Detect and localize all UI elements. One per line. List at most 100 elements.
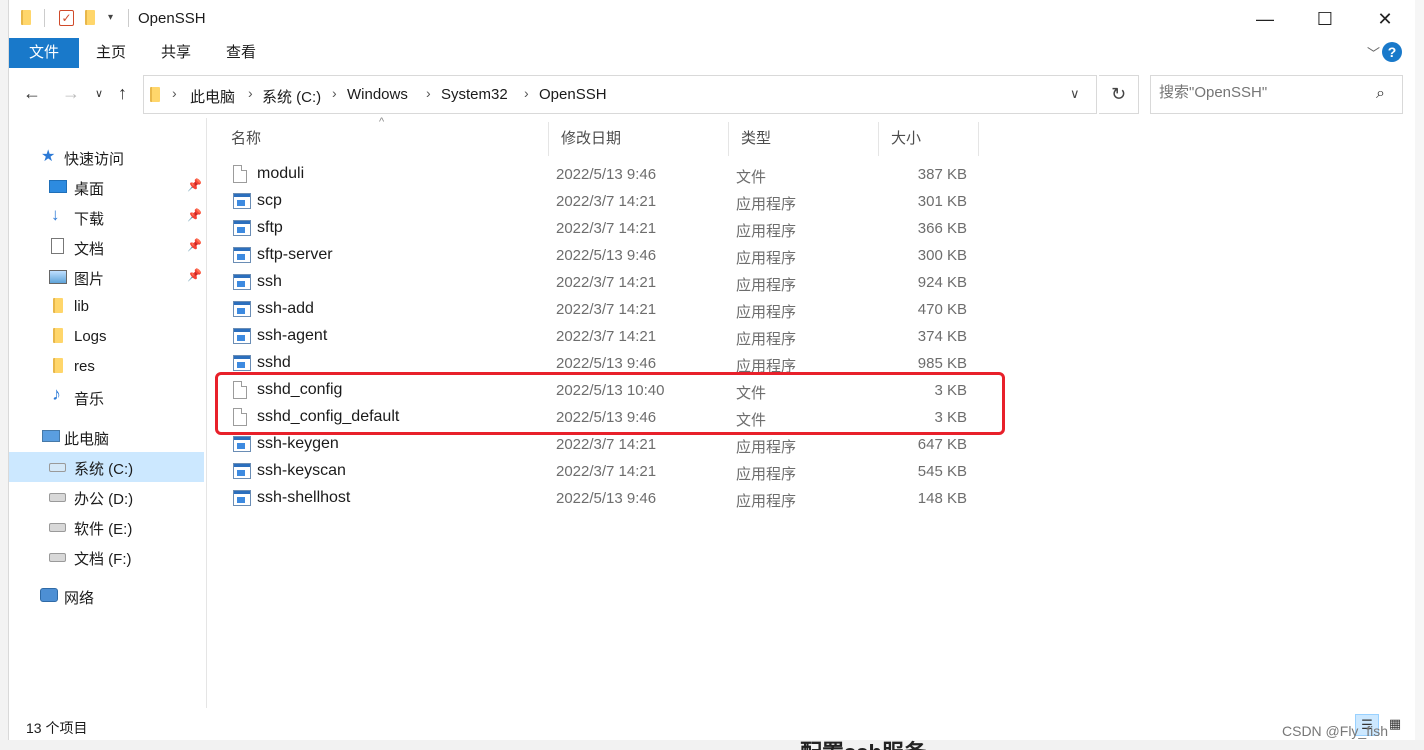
column-header-date[interactable]: 修改日期 xyxy=(549,122,729,156)
table-row[interactable]: sftp 2022/3/7 14:21 应用程序 366 KB xyxy=(227,215,977,242)
chevron-right-icon[interactable]: › xyxy=(172,85,177,101)
tab-file[interactable]: 文件 xyxy=(9,38,79,68)
close-button[interactable]: ✕ xyxy=(1355,0,1415,38)
nav-item-music[interactable]: ♪ 音乐 xyxy=(9,382,204,412)
background-window-left xyxy=(0,0,9,750)
file-date: 2022/3/7 14:21 xyxy=(556,436,657,453)
nav-network[interactable]: 网络 xyxy=(9,581,204,611)
file-size: 374 KB xyxy=(917,328,967,345)
table-row[interactable]: ssh-keygen 2022/3/7 14:21 应用程序 647 KB xyxy=(227,431,977,458)
document-icon xyxy=(51,238,64,254)
file-type: 应用程序 xyxy=(736,493,797,510)
application-icon xyxy=(233,327,251,344)
search-icon[interactable]: ⌕ xyxy=(1376,85,1385,103)
nav-item-pictures[interactable]: 图片 📌 xyxy=(9,262,204,292)
nav-label: 快速访问 xyxy=(64,151,125,168)
nav-item-desktop[interactable]: 桌面 📌 xyxy=(9,172,204,202)
chevron-right-icon[interactable]: › xyxy=(248,85,253,101)
file-type: 应用程序 xyxy=(736,250,797,267)
new-folder-icon[interactable] xyxy=(85,10,95,25)
file-date: 2022/3/7 14:21 xyxy=(556,463,657,480)
pictures-icon xyxy=(49,270,67,284)
nav-label: 系统 (C:) xyxy=(74,461,134,478)
chevron-right-icon[interactable]: › xyxy=(426,85,431,101)
column-header-type[interactable]: 类型 xyxy=(729,122,879,156)
back-arrow-icon[interactable]: ← xyxy=(23,83,41,104)
file-name: sshd xyxy=(257,354,291,371)
table-row[interactable]: ssh-add 2022/3/7 14:21 应用程序 470 KB xyxy=(227,296,977,323)
table-row[interactable]: sftp-server 2022/5/13 9:46 应用程序 300 KB xyxy=(227,242,977,269)
nav-this-pc[interactable]: 此电脑 xyxy=(9,422,204,452)
file-date: 2022/3/7 14:21 xyxy=(556,220,657,237)
file-size: 300 KB xyxy=(917,247,967,264)
window-title: OpenSSH xyxy=(138,10,206,27)
recent-locations-icon[interactable]: ∨ xyxy=(95,87,103,100)
column-header-name[interactable]: 名称 xyxy=(219,122,549,156)
table-row[interactable]: ssh-keyscan 2022/3/7 14:21 应用程序 545 KB xyxy=(227,458,977,485)
nav-label: 文档 (F:) xyxy=(74,551,132,568)
column-header-size[interactable]: 大小 xyxy=(879,122,979,156)
breadcrumb-system32[interactable]: System32 xyxy=(441,86,508,103)
table-row[interactable]: ssh-agent 2022/3/7 14:21 应用程序 374 KB xyxy=(227,323,977,350)
table-row[interactable]: ssh 2022/3/7 14:21 应用程序 924 KB xyxy=(227,269,977,296)
pin-icon[interactable]: 📌 xyxy=(187,238,202,252)
drive-icon xyxy=(49,548,67,564)
file-name: ssh-keygen xyxy=(257,435,339,452)
background-window-bottom xyxy=(0,740,1424,750)
chevron-right-icon[interactable]: › xyxy=(332,85,337,101)
pin-icon[interactable]: 📌 xyxy=(187,268,202,282)
file-date: 2022/5/13 9:46 xyxy=(556,166,657,183)
search-input[interactable] xyxy=(1159,84,1369,101)
customize-toolbar-icon[interactable]: ▾ xyxy=(108,12,113,23)
search-box[interactable]: ⌕ xyxy=(1150,75,1403,114)
nav-drive-e[interactable]: 软件 (E:) xyxy=(9,512,204,542)
table-row[interactable]: scp 2022/3/7 14:21 应用程序 301 KB xyxy=(227,188,977,215)
pin-icon[interactable]: 📌 xyxy=(187,178,202,192)
download-arrow-icon: ↓ xyxy=(51,205,60,224)
breadcrumb-openssh[interactable]: OpenSSH xyxy=(539,86,607,103)
refresh-button[interactable]: ↻ xyxy=(1099,75,1139,114)
file-size: 985 KB xyxy=(917,355,967,372)
nav-drive-c[interactable]: 系统 (C:) xyxy=(9,452,204,482)
address-bar[interactable]: › 此电脑 › 系统 (C:) › Windows › System32 › O… xyxy=(143,75,1097,114)
chevron-down-icon[interactable]: ∨ xyxy=(1070,86,1080,102)
pin-icon[interactable]: 📌 xyxy=(187,208,202,222)
file-name: scp xyxy=(257,192,282,209)
table-row[interactable]: moduli 2022/5/13 9:46 文件 387 KB xyxy=(227,161,977,188)
ribbon-tabs: 文件 主页 共享 查看 ﹀ ? xyxy=(9,38,1415,68)
tab-home[interactable]: 主页 xyxy=(85,38,137,68)
breadcrumb-c-drive[interactable]: 系统 (C:) xyxy=(262,86,321,107)
file-explorer-window: ✓ ▾ OpenSSH — ☐ ✕ 文件 主页 共享 查看 ﹀ ? ← → ∨ … xyxy=(9,0,1415,740)
file-type: 文件 xyxy=(736,169,767,186)
minimize-button[interactable]: — xyxy=(1235,0,1295,38)
file-type: 应用程序 xyxy=(736,277,797,294)
background-window-right xyxy=(1415,0,1424,750)
file-name: moduli xyxy=(257,165,305,182)
nav-item-lib[interactable]: lib xyxy=(9,292,204,322)
nav-item-documents[interactable]: 文档 📌 xyxy=(9,232,204,262)
application-icon xyxy=(233,300,251,317)
breadcrumb-windows[interactable]: Windows xyxy=(347,86,408,103)
navigation-pane: ★ 快速访问 桌面 📌 ↓ 下载 📌 文档 📌 图片 📌 lib Logs re… xyxy=(9,118,206,708)
nav-item-logs[interactable]: Logs xyxy=(9,322,204,352)
tab-share[interactable]: 共享 xyxy=(150,38,202,68)
file-name: ssh-add xyxy=(257,300,314,317)
drive-icon xyxy=(49,488,67,504)
nav-item-res[interactable]: res xyxy=(9,352,204,382)
properties-icon[interactable]: ✓ xyxy=(59,10,74,26)
tab-view[interactable]: 查看 xyxy=(215,38,267,68)
chevron-down-icon[interactable]: ﹀ xyxy=(1367,43,1380,62)
nav-drive-d[interactable]: 办公 (D:) xyxy=(9,482,204,512)
nav-item-downloads[interactable]: ↓ 下载 📌 xyxy=(9,202,204,232)
nav-drive-f[interactable]: 文档 (F:) xyxy=(9,542,204,572)
table-row[interactable]: ssh-shellhost 2022/5/13 9:46 应用程序 148 KB xyxy=(227,485,977,512)
folder-icon xyxy=(53,298,71,314)
forward-arrow-icon[interactable]: → xyxy=(62,83,80,104)
maximize-button[interactable]: ☐ xyxy=(1295,0,1355,38)
up-arrow-icon[interactable]: ↑ xyxy=(118,83,127,104)
breadcrumb-this-pc[interactable]: 此电脑 xyxy=(190,86,235,107)
chevron-right-icon[interactable]: › xyxy=(524,85,529,101)
nav-quick-access[interactable]: ★ 快速访问 xyxy=(9,142,204,172)
help-button[interactable]: ? xyxy=(1382,42,1402,62)
file-name: ssh xyxy=(257,273,282,290)
